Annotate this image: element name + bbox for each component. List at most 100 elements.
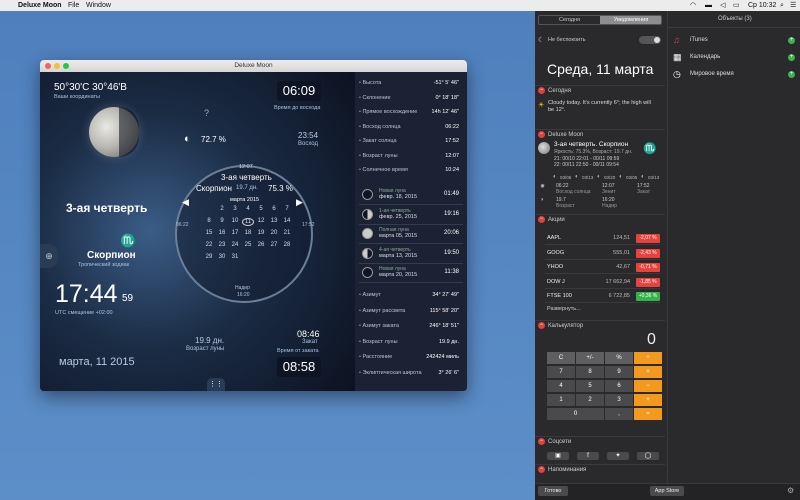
calc-key[interactable]: 8 xyxy=(576,366,604,378)
calc-key[interactable]: +/- xyxy=(576,352,604,364)
tab-today[interactable]: Сегодня xyxy=(539,16,600,24)
add-widget-icon[interactable]: + xyxy=(788,71,795,78)
calendar-day[interactable]: 25 xyxy=(242,242,254,248)
calendar-day[interactable]: 16 xyxy=(216,230,228,236)
dial-prev-arrow[interactable]: ◀ xyxy=(182,197,189,208)
calendar-day[interactable]: 3 xyxy=(229,206,241,212)
stock-change[interactable]: -1,85 % xyxy=(636,277,660,287)
close-button[interactable] xyxy=(45,63,51,69)
calendar-day[interactable]: 22 xyxy=(203,242,215,248)
calendar-day[interactable]: 5 xyxy=(255,206,267,212)
calendar-day[interactable]: 13 xyxy=(268,218,280,224)
stock-row[interactable]: YHOO 42,67 -0,71 % xyxy=(545,261,660,274)
moon-phase-row[interactable]: 4-ая четверть марта 13, 2015 19:50 xyxy=(359,245,463,264)
calendar-day[interactable]: 7 xyxy=(281,206,293,212)
calendar-day[interactable]: 30 xyxy=(216,254,228,260)
window-titlebar[interactable]: Deluxe Moon xyxy=(40,60,467,72)
search-icon[interactable]: ⌕ xyxy=(780,0,784,11)
dnd-toggle[interactable] xyxy=(639,36,661,44)
calc-key[interactable]: 4 xyxy=(547,380,575,392)
stock-change[interactable]: -0,71 % xyxy=(636,263,660,272)
globe-button[interactable]: ⊕ xyxy=(40,244,58,268)
wifi-icon[interactable]: ◠ xyxy=(690,0,696,11)
add-widget-icon[interactable]: + xyxy=(788,54,795,61)
facebook-button[interactable]: f xyxy=(577,452,599,460)
grid-menu-button[interactable]: ⋮⋮ xyxy=(207,378,225,391)
calc-key[interactable]: 9 xyxy=(605,366,633,378)
linkedin-button[interactable]: ▣ xyxy=(547,452,569,460)
calendar-day[interactable]: 31 xyxy=(229,254,241,260)
calc-key[interactable]: 7 xyxy=(547,366,575,378)
remove-widget-icon[interactable]: − xyxy=(538,438,545,445)
moon-phase-row[interactable]: 1-ая четверть февр. 25, 2015 19:16 xyxy=(359,206,463,225)
calendar-day[interactable]: 2 xyxy=(216,206,228,212)
stock-change[interactable]: -2,07 % xyxy=(636,234,660,243)
calendar-day[interactable]: 11 xyxy=(242,218,254,226)
calc-key[interactable]: + xyxy=(634,394,662,406)
remove-widget-icon[interactable]: − xyxy=(538,131,545,138)
calendar-day[interactable]: 9 xyxy=(216,218,228,224)
calendar-day[interactable]: 18 xyxy=(242,230,254,236)
calc-key[interactable]: ÷ xyxy=(634,352,662,364)
question-icon[interactable]: ? xyxy=(204,108,209,118)
remove-widget-icon[interactable]: − xyxy=(538,87,545,94)
stock-row[interactable]: FTSE 100 6 722,85 +0,36 % xyxy=(545,290,660,303)
menu-app-name[interactable]: Deluxe Moon xyxy=(18,0,62,11)
stock-row[interactable]: AAPL 124,51 -2,07 % xyxy=(545,232,660,245)
stock-row[interactable]: GOOG 555,01 -2,43 % xyxy=(545,247,660,260)
zoom-button[interactable] xyxy=(63,63,69,69)
calc-key[interactable]: % xyxy=(605,352,633,364)
remove-widget-icon[interactable]: − xyxy=(538,216,545,223)
calendar-day[interactable]: 15 xyxy=(203,230,215,236)
menu-clock[interactable]: Ср 10:32 xyxy=(748,0,776,11)
calendar-day[interactable]: 10 xyxy=(229,218,241,224)
done-button[interactable]: Готово xyxy=(538,486,568,496)
tab-notifications[interactable]: Уведомления xyxy=(600,16,661,24)
calendar-day[interactable]: 23 xyxy=(216,242,228,248)
calendar-day[interactable]: 29 xyxy=(203,254,215,260)
calc-key[interactable]: 3 xyxy=(605,394,633,406)
calendar-day[interactable]: 24 xyxy=(229,242,241,248)
moon-phase-row[interactable]: Новая луна февр. 18, 2015 01:49 xyxy=(359,186,463,205)
stock-change[interactable]: -2,43 % xyxy=(636,248,660,258)
calendar-day[interactable]: 19 xyxy=(255,230,267,236)
calendar-day[interactable]: 12 xyxy=(255,218,267,224)
calc-key[interactable]: 5 xyxy=(576,380,604,392)
calendar-day[interactable]: 14 xyxy=(281,218,293,224)
battery-icon[interactable]: ▭ xyxy=(733,0,740,11)
calendar-day[interactable]: 28 xyxy=(281,242,293,248)
coordinates[interactable]: 50°30'C 30°46'В xyxy=(54,82,127,93)
volume-icon[interactable]: ◁ xyxy=(720,0,725,11)
messages-button[interactable]: ◯ xyxy=(637,452,659,460)
calendar-day[interactable]: 17 xyxy=(229,230,241,236)
expand-link[interactable]: Развернуть... xyxy=(547,306,581,312)
calendar-day[interactable]: 26 xyxy=(255,242,267,248)
calc-key[interactable]: , xyxy=(605,408,633,420)
calc-key[interactable]: − xyxy=(634,380,662,392)
stock-change[interactable]: +0,36 % xyxy=(636,292,660,301)
dial-next-arrow[interactable]: ▶ xyxy=(296,197,303,208)
app-store-button[interactable]: App Store xyxy=(650,486,684,496)
menu-window[interactable]: Window xyxy=(86,0,111,11)
calc-key[interactable]: 2 xyxy=(576,394,604,406)
calc-key[interactable]: C xyxy=(547,352,575,364)
flag-icon[interactable]: ▬ xyxy=(705,0,712,11)
notification-center-icon[interactable]: ☰ xyxy=(790,0,796,11)
calendar-day[interactable]: 20 xyxy=(268,230,280,236)
calendar-day[interactable]: 8 xyxy=(203,218,215,224)
settings-gear-icon[interactable]: ⚙ xyxy=(787,486,794,495)
calc-key[interactable]: 0 xyxy=(547,408,604,420)
minimize-button[interactable] xyxy=(54,63,60,69)
calendar-day[interactable]: 4 xyxy=(242,206,254,212)
stock-row[interactable]: DOW J 17 662,94 -1,85 % xyxy=(545,276,660,289)
twitter-button[interactable]: ✦ xyxy=(607,452,629,460)
menu-file[interactable]: File xyxy=(68,0,79,11)
remove-widget-icon[interactable]: − xyxy=(538,466,545,473)
calc-key[interactable]: = xyxy=(634,408,662,420)
calc-key[interactable]: 1 xyxy=(547,394,575,406)
remove-widget-icon[interactable]: − xyxy=(538,322,545,329)
moon-phase-row[interactable]: Новая луна марта 20, 2015 11:38 xyxy=(359,264,463,283)
calc-key[interactable]: 6 xyxy=(605,380,633,392)
calendar-day[interactable]: 6 xyxy=(268,206,280,212)
calc-key[interactable]: × xyxy=(634,366,662,378)
